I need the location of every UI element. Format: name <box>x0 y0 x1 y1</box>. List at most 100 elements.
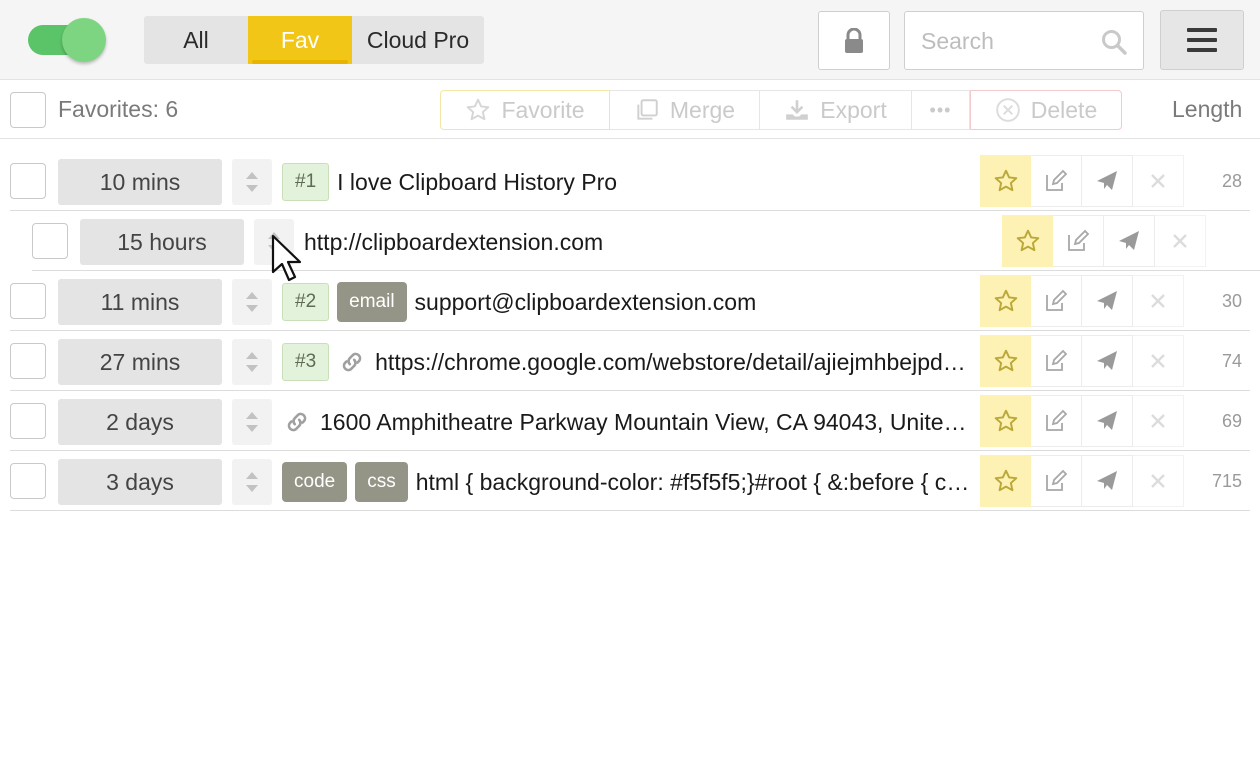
time-button[interactable]: 11 mins <box>58 279 222 325</box>
number-badge: #3 <box>282 343 330 381</box>
list-item: 11 mins #2 email support@clipboardextens… <box>10 271 1250 331</box>
row-checkbox[interactable] <box>32 223 68 259</box>
time-button[interactable]: 2 days <box>58 399 222 445</box>
edit-icon <box>1046 409 1068 431</box>
delete-row-button[interactable] <box>1133 335 1184 387</box>
item-content[interactable]: #2 email support@clipboardextension.com <box>282 279 976 325</box>
merge-label: Merge <box>669 96 736 123</box>
favorite-toggle[interactable] <box>980 335 1031 387</box>
send-button[interactable] <box>1082 455 1133 507</box>
time-button[interactable]: 27 mins <box>58 339 222 385</box>
sort-handle[interactable] <box>232 159 272 205</box>
item-content[interactable]: 1600 Amphitheatre Parkway Mountain View,… <box>282 399 976 445</box>
item-text: https://chrome.google.com/webstore/detai… <box>375 348 976 375</box>
tab-all[interactable]: All <box>144 16 248 64</box>
more-dots-icon: ••• <box>929 99 952 120</box>
send-button[interactable] <box>1104 215 1155 267</box>
copy-icon <box>637 99 658 120</box>
menu-button[interactable] <box>1160 10 1244 70</box>
edit-button[interactable] <box>1031 335 1082 387</box>
download-icon <box>786 100 809 120</box>
send-button[interactable] <box>1082 155 1133 207</box>
edit-button[interactable] <box>1031 455 1082 507</box>
row-actions <box>1002 215 1206 267</box>
edit-button[interactable] <box>1053 215 1104 267</box>
hamburger-menu-icon <box>1187 28 1217 52</box>
delete-row-button[interactable] <box>1133 155 1184 207</box>
edit-icon <box>1046 349 1068 371</box>
tag-badge[interactable]: code <box>282 462 348 502</box>
extension-toggle[interactable] <box>28 18 106 62</box>
star-icon <box>467 98 490 121</box>
sort-handle-icon <box>246 292 258 312</box>
time-button[interactable]: 10 mins <box>58 159 222 205</box>
star-icon <box>994 409 1017 432</box>
paper-plane-icon <box>1097 291 1117 310</box>
paper-plane-icon <box>1119 231 1139 250</box>
sort-handle[interactable] <box>232 399 272 445</box>
send-button[interactable] <box>1082 335 1133 387</box>
export-label: Export <box>820 96 887 123</box>
paper-plane-icon <box>1097 411 1117 430</box>
row-actions <box>980 455 1184 507</box>
sort-handle[interactable] <box>254 219 294 265</box>
favorite-toggle[interactable] <box>980 275 1031 327</box>
tab-cloud-pro[interactable]: Cloud Pro <box>352 16 484 64</box>
lock-button[interactable] <box>818 11 890 70</box>
edit-button[interactable] <box>1031 275 1082 327</box>
sort-handle[interactable] <box>232 339 272 385</box>
edit-icon <box>1046 169 1068 191</box>
row-checkbox[interactable] <box>10 463 46 499</box>
item-content[interactable]: code css html { background-color: #f5f5f… <box>282 459 976 505</box>
select-all-checkbox[interactable] <box>10 92 46 128</box>
time-button[interactable]: 15 hours <box>80 219 244 265</box>
item-content[interactable]: #1 I love Clipboard History Pro <box>282 159 976 205</box>
favorite-toggle[interactable] <box>980 455 1031 507</box>
list-item: 2 days 1600 Amphitheatre Parkway Mountai… <box>10 391 1250 451</box>
time-button[interactable]: 3 days <box>58 459 222 505</box>
row-checkbox[interactable] <box>10 343 46 379</box>
row-checkbox[interactable] <box>10 403 46 439</box>
favorite-toggle[interactable] <box>980 395 1031 447</box>
edit-button[interactable] <box>1031 395 1082 447</box>
send-button[interactable] <box>1082 395 1133 447</box>
item-content[interactable]: http://clipboardextension.com <box>304 219 998 265</box>
list-item: 10 mins #1 I love Clipboard History Pro … <box>10 151 1250 211</box>
export-button[interactable]: Export <box>760 90 912 130</box>
toggle-knob <box>62 18 106 62</box>
link-icon[interactable] <box>282 407 312 437</box>
sort-handle[interactable] <box>232 279 272 325</box>
bulk-actions: Favorite Merge Export ••• Delete <box>440 90 1122 130</box>
delete-row-button[interactable] <box>1155 215 1206 267</box>
delete-row-button[interactable] <box>1133 395 1184 447</box>
merge-button[interactable]: Merge <box>610 90 760 130</box>
star-icon <box>1016 229 1039 252</box>
delete-row-button[interactable] <box>1133 275 1184 327</box>
favorite-toggle[interactable] <box>1002 215 1053 267</box>
send-button[interactable] <box>1082 275 1133 327</box>
item-length: 715 <box>1211 471 1242 491</box>
delete-row-button[interactable] <box>1133 455 1184 507</box>
search-box <box>904 11 1144 70</box>
item-text: html { background-color: #f5f5f5;}#root … <box>415 468 976 495</box>
more-button[interactable]: ••• <box>912 90 970 130</box>
edit-button[interactable] <box>1031 155 1082 207</box>
star-icon <box>994 169 1017 192</box>
tag-badge[interactable]: email <box>337 282 407 322</box>
item-text: 1600 Amphitheatre Parkway Mountain View,… <box>320 408 976 435</box>
paper-plane-icon <box>1097 351 1117 370</box>
close-icon <box>1151 294 1165 308</box>
close-icon <box>1151 414 1165 428</box>
row-checkbox[interactable] <box>10 283 46 319</box>
delete-button[interactable]: Delete <box>970 90 1122 130</box>
favorite-button[interactable]: Favorite <box>440 90 610 130</box>
item-content[interactable]: #3 https://chrome.google.com/webstore/de… <box>282 339 976 385</box>
link-icon[interactable] <box>337 347 367 377</box>
search-input[interactable] <box>921 26 1101 56</box>
tab-fav[interactable]: Fav <box>248 16 352 64</box>
sort-handle[interactable] <box>232 459 272 505</box>
tag-badge[interactable]: css <box>355 462 408 502</box>
favorite-toggle[interactable] <box>980 155 1031 207</box>
search-icon[interactable] <box>1101 29 1127 55</box>
row-checkbox[interactable] <box>10 163 46 199</box>
